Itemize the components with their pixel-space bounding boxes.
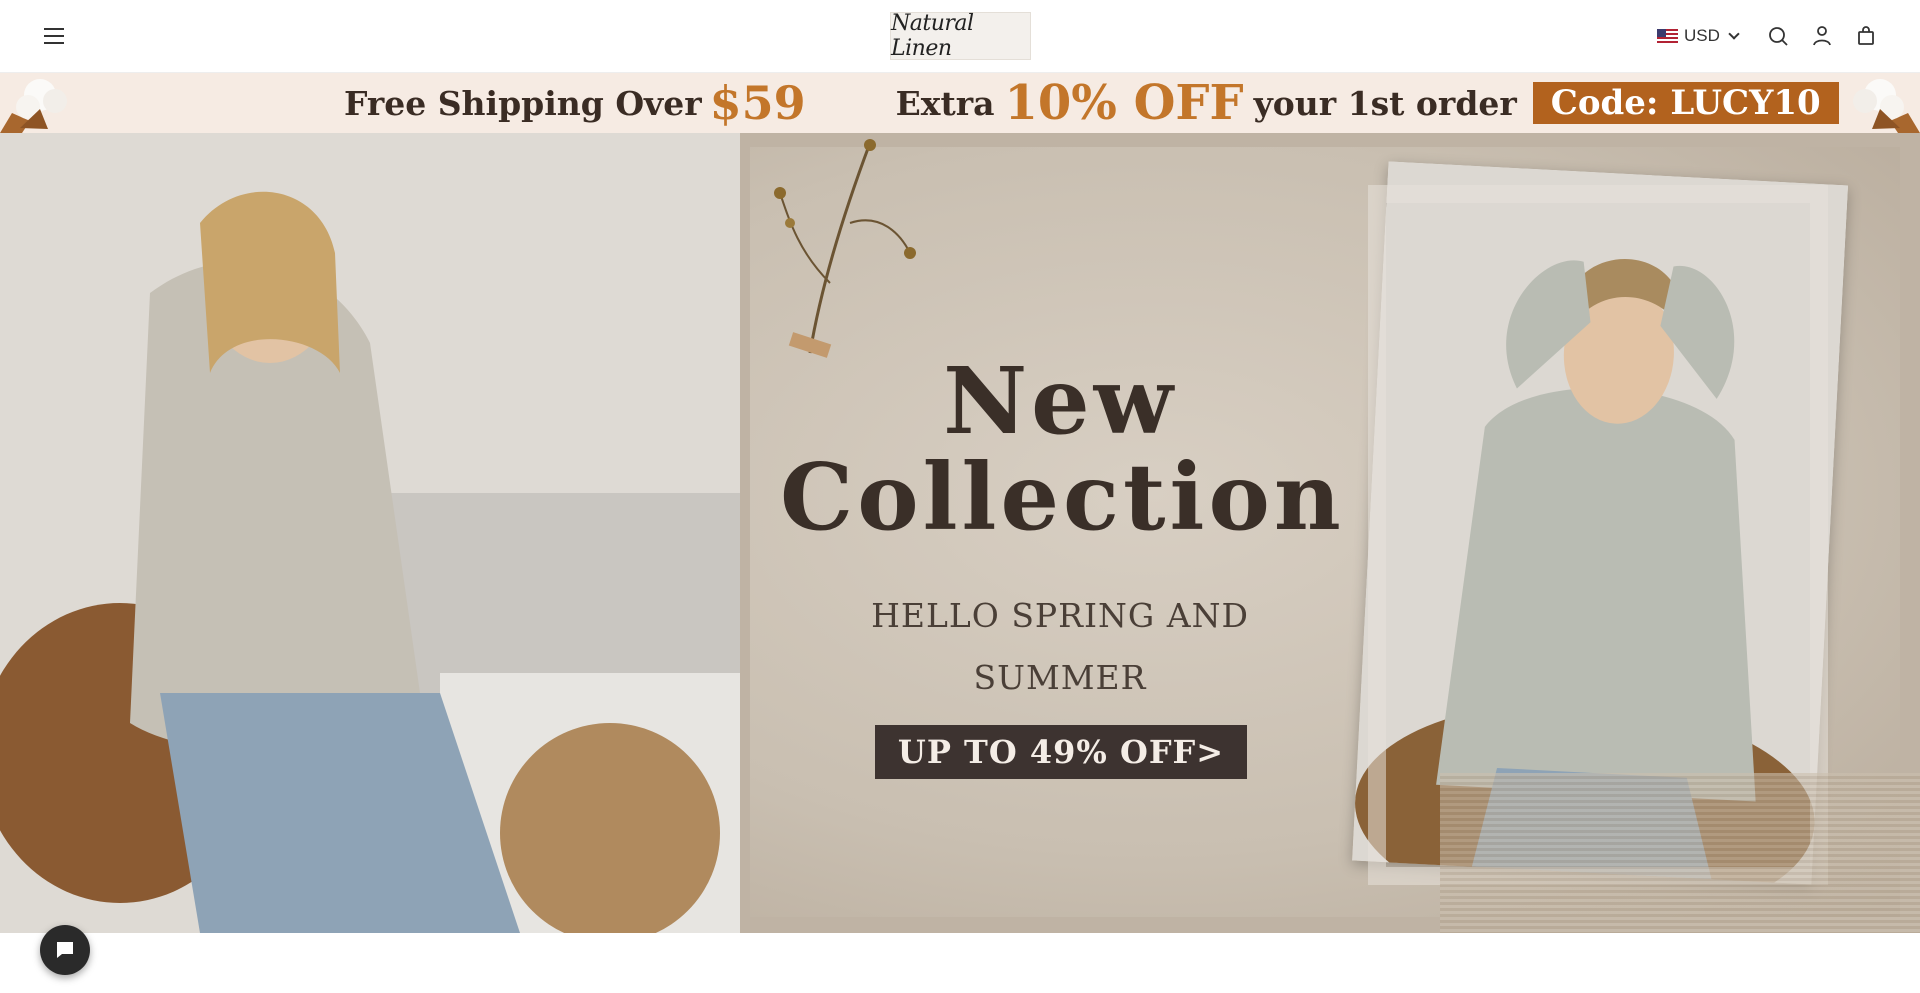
hero-subtitle: HELLO SPRING AND SUMMER bbox=[820, 585, 1300, 709]
account-icon[interactable] bbox=[1810, 24, 1834, 48]
hero-cta-button[interactable]: UP TO 49% OFF> bbox=[875, 725, 1247, 779]
currency-selector[interactable]: USD bbox=[1657, 24, 1740, 48]
extra-text: Extra bbox=[895, 83, 995, 123]
hero-subtitle-line2: SUMMER bbox=[973, 658, 1147, 697]
hero-subtitle-line1: HELLO SPRING AND bbox=[871, 596, 1249, 635]
hero-title-line1: New bbox=[943, 347, 1177, 455]
dried-flower-icon bbox=[774, 139, 916, 358]
hero-banner[interactable]: New Collection HELLO SPRING AND SUMMER U… bbox=[0, 133, 1920, 933]
announcement-content: Free Shipping Over $59 Extra 10% OFF you… bbox=[344, 73, 1839, 133]
hero-photo-left bbox=[0, 133, 740, 933]
site-logo[interactable]: Natural Linen bbox=[890, 11, 1031, 61]
hero-title-line2: Collection bbox=[780, 443, 1345, 551]
promo-code-badge: Code: LUCY10 bbox=[1532, 82, 1839, 124]
us-flag-icon bbox=[1657, 29, 1678, 43]
hero-title: New Collection bbox=[780, 347, 1345, 551]
chat-button[interactable] bbox=[40, 925, 90, 975]
logo-text: Natural Linen bbox=[891, 11, 974, 61]
currency-label: USD bbox=[1684, 26, 1720, 45]
hamburger-menu-icon[interactable] bbox=[40, 24, 68, 48]
newsprint-decoration bbox=[1440, 773, 1920, 933]
search-icon[interactable] bbox=[1766, 24, 1790, 48]
shipping-amount: $59 bbox=[709, 76, 806, 130]
order-text: your 1st order bbox=[1253, 83, 1517, 123]
shopping-bag-icon[interactable] bbox=[1854, 24, 1878, 48]
discount-text: 10% OFF bbox=[1004, 75, 1244, 131]
announcement-bar[interactable]: Free Shipping Over $59 Extra 10% OFF you… bbox=[0, 73, 1920, 133]
chat-bubble-icon bbox=[57, 942, 73, 958]
shipping-text: Free Shipping Over bbox=[344, 83, 702, 123]
cotton-flower-icon bbox=[1853, 79, 1920, 133]
chevron-down-icon bbox=[1728, 28, 1740, 40]
site-header: Natural Linen USD bbox=[0, 0, 1920, 73]
cotton-flower-icon bbox=[0, 79, 67, 133]
